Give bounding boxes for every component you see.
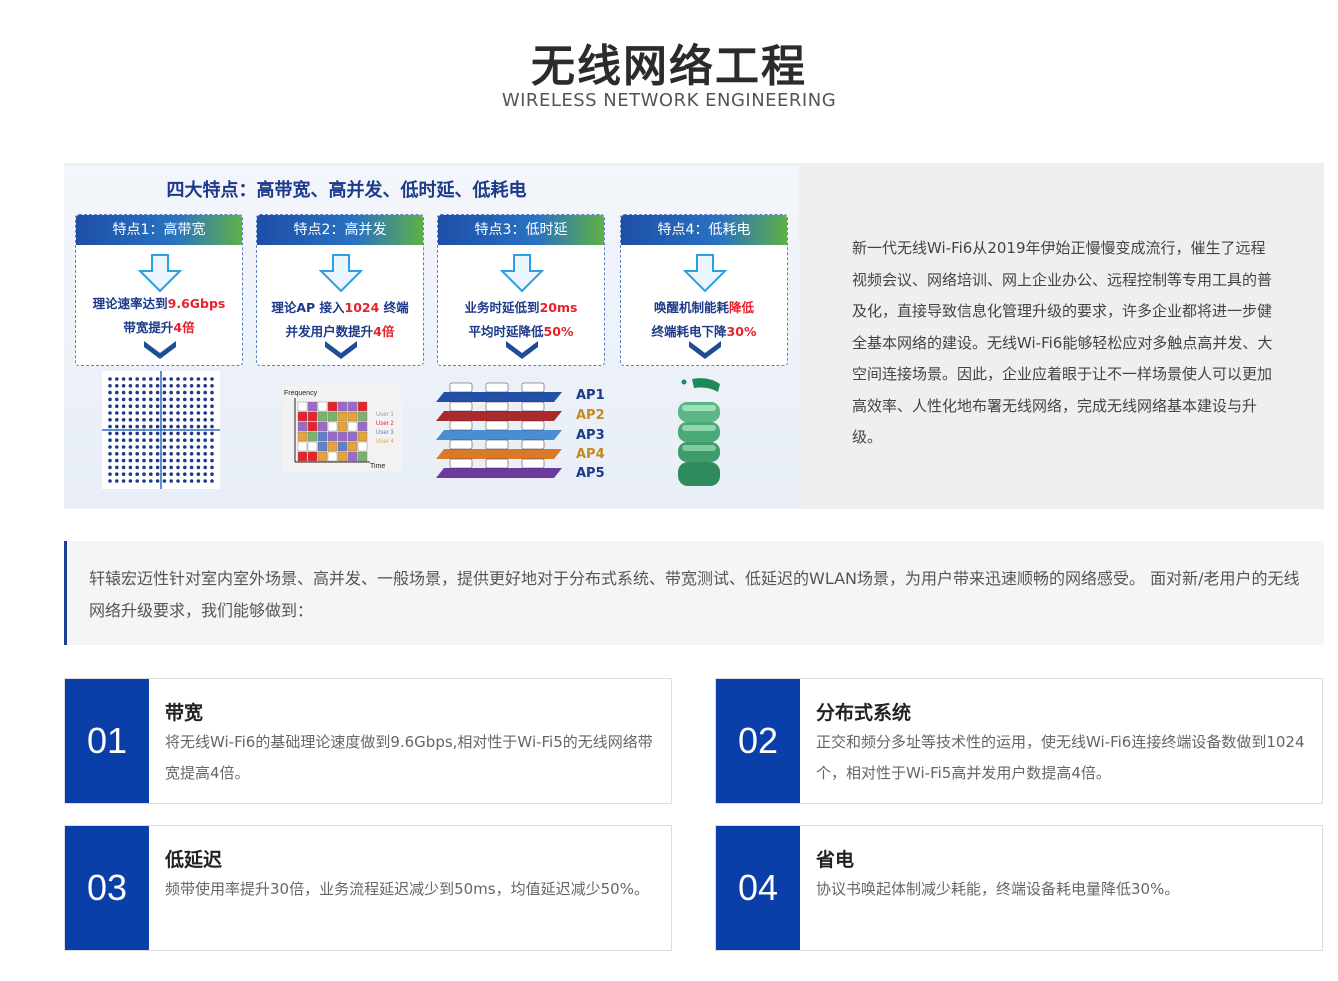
capability-card-power-saving: 04 省电 协议书唤起体制减少耗能，终端设备耗电量降低30%。 [715,825,1323,951]
card-title: 带宽 [165,702,204,724]
card-number: 01 [65,679,149,803]
chevron-down-icon [506,341,538,359]
feature-card-4: 特点4：低耗电 唤醒机制能耗降低 终端耗电下降30% [620,214,788,366]
constellation-diagram [102,371,220,489]
wifi6-features-infographic: 四大特点：高带宽、高并发、低时延、低耗电 特点1：高带宽 理论速率达到9.6Gb… [64,166,799,509]
down-arrow-icon [138,254,182,293]
card-body: 正交和频分多址等技术性的运用，使无线Wi-Fi6连接终端设备数做到1024个，相… [816,733,1305,782]
card-number: 02 [716,679,800,803]
svg-text:User 1: User 1 [376,412,394,418]
ap-label: AP2 [576,408,605,423]
down-arrow-icon [500,254,544,293]
intro-section: 四大特点：高带宽、高并发、低时延、低耗电 特点1：高带宽 理论速率达到9.6Gb… [64,163,1324,509]
battery-icon [678,378,720,486]
page-title: 无线网络工程 [531,41,807,92]
card-number: 03 [65,826,149,950]
feature-title: 特点4：低耗电 [621,215,787,245]
capability-card-bandwidth: 01 带宽 将无线Wi-Fi6的基础理论速度做到9.6Gbps,相对性于Wi-F… [64,678,672,804]
feature-card-2: 特点2：高并发 理论AP 接入1024 终端 并发用户数提升4倍 [256,214,424,366]
chevron-down-icon [325,341,357,359]
svg-text:User 2: User 2 [376,421,394,427]
intro-paragraph: 新一代无线Wi-Fi6从2019年伊始正慢慢变成流行，催生了远程视频会议、网络培… [852,239,1273,446]
card-body: 频带使用率提升30倍，业务流程延迟减少到50ms，均值延迟减少50%。 [165,880,649,898]
svg-text:User 3: User 3 [376,430,394,436]
card-body: 协议书唤起体制减少耗能，终端设备耗电量降低30%。 [816,880,1180,898]
feature-title: 特点1：高带宽 [76,215,242,245]
down-arrow-icon [683,254,727,293]
card-body: 将无线Wi-Fi6的基础理论速度做到9.6Gbps,相对性于Wi-Fi5的无线网… [165,733,653,782]
card-title: 低延迟 [165,849,223,871]
ap-layers-diagram [436,382,562,478]
feature-title: 特点2：高并发 [257,215,423,245]
capability-card-distributed-system: 02 分布式系统 正交和频分多址等技术性的运用，使无线Wi-Fi6连接终端设备数… [715,678,1323,804]
ap-label: AP5 [576,466,605,481]
page-subtitle: WIRELESS NETWORK ENGINEERING [501,90,837,111]
chevron-down-icon [144,341,176,359]
feature-card-1: 特点1：高带宽 理论速率达到9.6Gbps 带宽提升4倍 [75,214,243,366]
feature-card-3: 特点3：低时延 业务时延低到20ms 平均时延降低50% [437,214,605,366]
svg-text:Time: Time [370,463,385,470]
ap-label: AP3 [576,428,605,443]
capability-card-low-latency: 03 低延迟 频带使用率提升30倍，业务流程延迟减少到50ms，均值延迟减少50… [64,825,672,951]
ap-label: AP1 [576,388,605,403]
ofdma-frequency-chart: Frequency Time User 1 User 2 User 3 User… [282,386,402,471]
feature-title: 特点3：低时延 [438,215,604,245]
service-description: 轩辕宏迈性针对室内室外场景、高并发、一般场景，提供更好地对于分布式系统、带宽测试… [64,541,1324,645]
svg-text:Frequency: Frequency [284,390,318,397]
infographic-heading: 四大特点：高带宽、高并发、低时延、低耗电 [166,180,527,201]
chevron-down-icon [689,341,721,359]
card-title: 分布式系统 [816,702,912,724]
down-arrow-icon [319,254,363,293]
ap-label: AP4 [576,447,605,462]
card-title: 省电 [816,849,855,871]
description-text: 轩辕宏迈性针对室内室外场景、高并发、一般场景，提供更好地对于分布式系统、带宽测试… [89,569,1300,620]
card-number: 04 [716,826,800,950]
svg-text:User 4: User 4 [376,439,394,445]
